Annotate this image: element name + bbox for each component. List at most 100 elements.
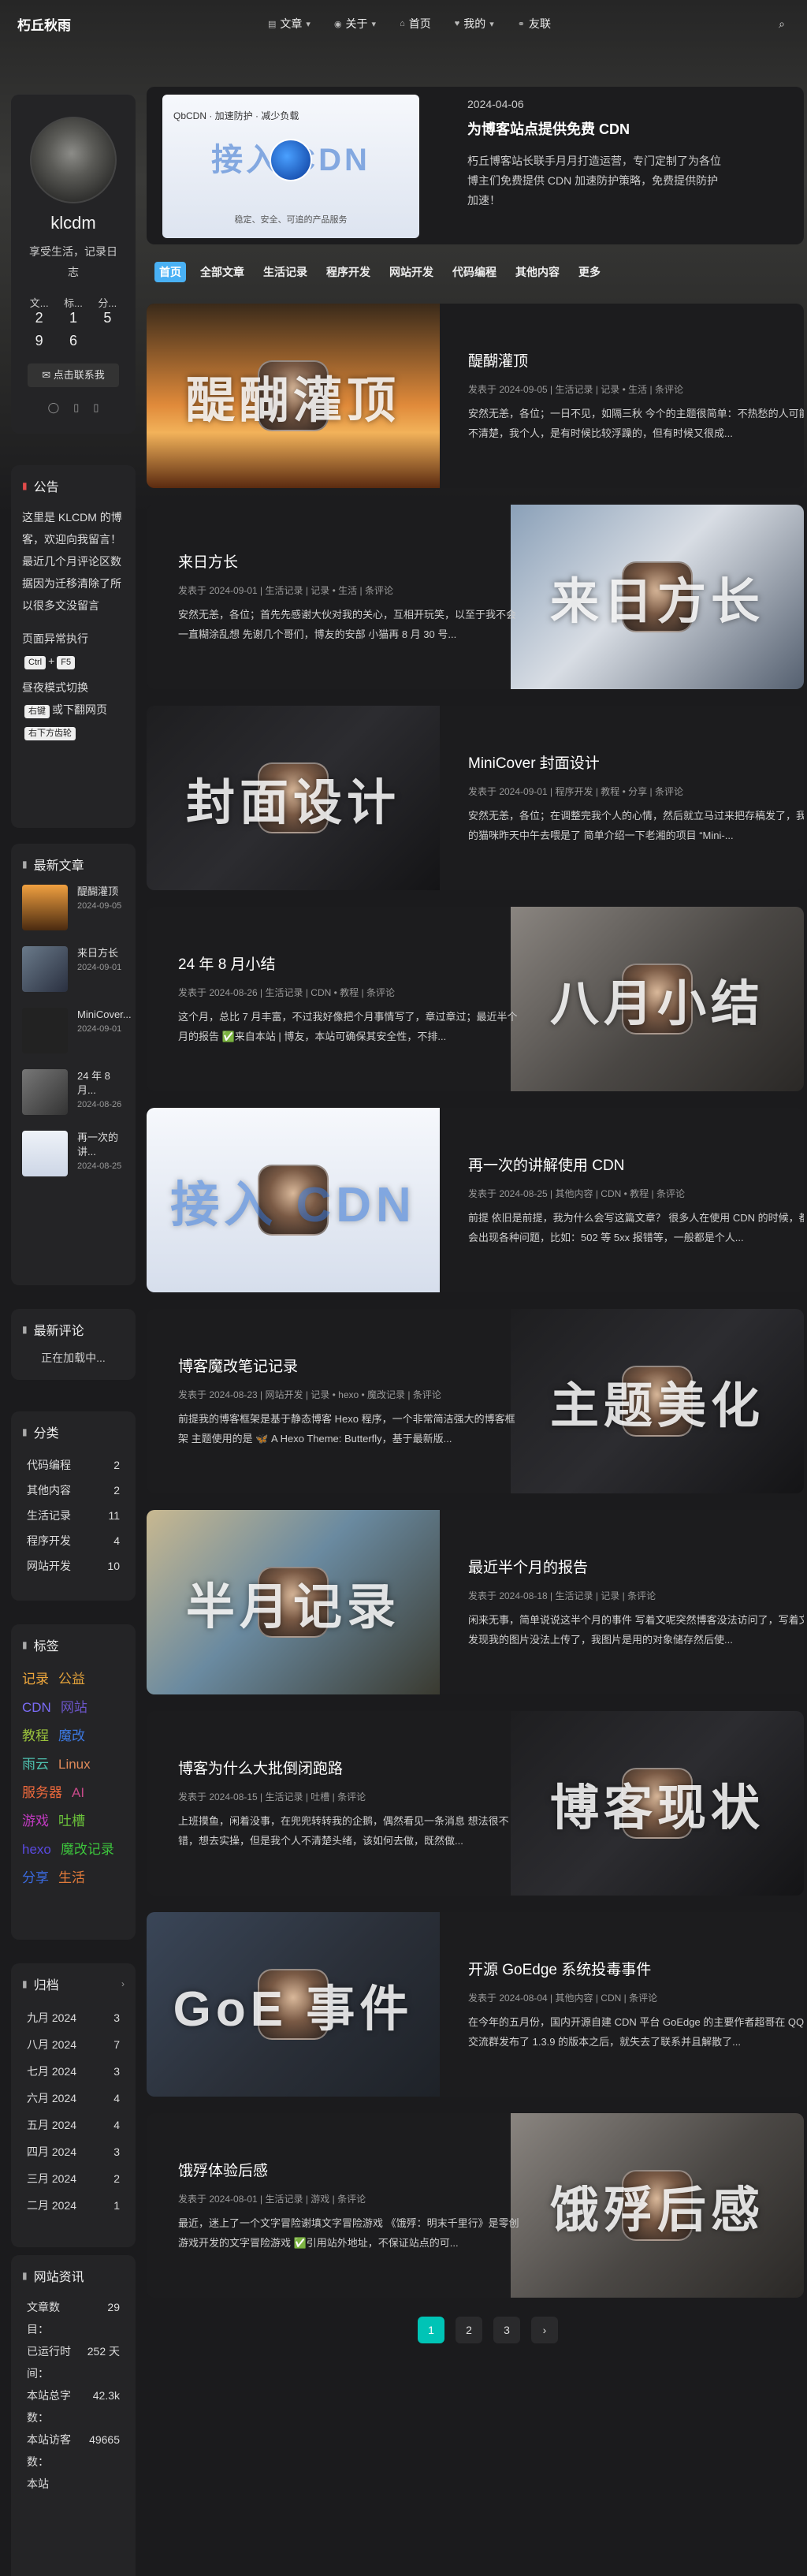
recent-thumb [22, 885, 68, 930]
post-title[interactable]: 开源 GoEdge 系统投毒事件 [468, 1958, 804, 1979]
page-button[interactable]: 1 [418, 2317, 444, 2343]
featured-title[interactable]: 为博客站点提供免费 CDN [467, 118, 630, 139]
site-brand[interactable]: 朽丘秋雨 [17, 14, 71, 34]
post-cover[interactable]: 醍醐灌顶 [147, 304, 440, 488]
tab-7[interactable]: 更多 [574, 262, 605, 282]
nav-item-friends[interactable]: ⚭ 友联 [518, 16, 551, 32]
post-card[interactable]: GoE 事件 开源 GoEdge 系统投毒事件 发表于 2024-08-04 | 其… [147, 1912, 804, 2097]
post-cover[interactable]: 主题美化 [511, 1309, 804, 1493]
post-cover[interactable]: 来日方长 [511, 505, 804, 689]
stat-articles[interactable]: 文... 2 [22, 295, 56, 326]
archive-item[interactable]: 六月 2024 4 [22, 2085, 125, 2112]
tag-link[interactable]: 游戏 [22, 1807, 49, 1836]
post-title[interactable]: 再一次的讲解使用 CDN [468, 1154, 804, 1175]
post-cover[interactable]: 封面设计 [147, 706, 440, 890]
archive-item[interactable]: 七月 2024 3 [22, 2058, 125, 2085]
featured-cover: QbCDN · 加速防护 · 减少负载 接入 CDN 稳定、安全、可追的产品服务 [162, 95, 419, 238]
recent-item[interactable]: 24 年 8 月... 2024-08-26 [22, 1069, 125, 1115]
tag-link[interactable]: 教程 [22, 1722, 49, 1750]
tag-link[interactable]: CDN [22, 1694, 51, 1722]
recent-item[interactable]: 来日方长 2024-09-01 [22, 946, 125, 992]
tab-3[interactable]: 程序开发 [322, 262, 375, 282]
stat-categories[interactable]: 分... 5 [91, 295, 125, 326]
tab-5[interactable]: 代码编程 [448, 262, 501, 282]
post-title[interactable]: MiniCover 封面设计 [468, 751, 804, 773]
post-title[interactable]: 醍醐灌顶 [468, 349, 804, 371]
category-item[interactable]: 其他内容 2 [22, 1478, 125, 1503]
post-card[interactable]: 主题美化 博客魔改笔记记录 发表于 2024-08-23 | 网站开发 | 记录 •… [147, 1309, 804, 1493]
recent-item[interactable]: 醍醐灌顶 2024-09-05 [22, 885, 125, 930]
post-card[interactable]: 饿殍后感 饿殍体验后感 发表于 2024-08-01 | 生活记录 | 游戏 | 条… [147, 2113, 804, 2298]
post-title[interactable]: 来日方长 [178, 550, 525, 572]
tag-link[interactable]: 网站 [61, 1694, 87, 1722]
tag-link[interactable]: 吐槽 [58, 1807, 85, 1836]
recent-item[interactable]: 再一次的讲... 2024-08-25 [22, 1131, 125, 1176]
tag-link[interactable]: 记录 [22, 1665, 49, 1694]
featured-post[interactable]: QbCDN · 加速防护 · 减少负载 接入 CDN 稳定、安全、可追的产品服务… [147, 87, 804, 244]
nav-item-articles[interactable]: ▤ 文章 ▾ [268, 16, 311, 32]
tab-6[interactable]: 其他内容 [511, 262, 564, 282]
post-title[interactable]: 24 年 8 月小结 [178, 952, 525, 974]
search-icon[interactable]: ⌕ [779, 17, 785, 31]
stat-tags[interactable]: 标... 1 [56, 295, 90, 326]
chevron-right-icon[interactable]: › [121, 1978, 125, 1989]
archive-item[interactable]: 九月 2024 3 [22, 2004, 125, 2031]
category-item[interactable]: 代码编程 2 [22, 1452, 125, 1478]
rss-icon[interactable]: ▯ [93, 401, 99, 414]
tag-link[interactable]: 分享 [22, 1864, 49, 1892]
nav-item-home[interactable]: ⌂ 首页 [400, 16, 431, 32]
page-button[interactable]: 3 [493, 2317, 520, 2343]
page-button[interactable]: 2 [456, 2317, 482, 2343]
category-item[interactable]: 网站开发 10 [22, 1553, 125, 1579]
post-cover-text: 博客现状 [549, 1781, 764, 1836]
tag-link[interactable]: 魔改 [58, 1722, 85, 1750]
post-card[interactable]: 来日方长 来日方长 发表于 2024-09-01 | 生活记录 | 记录 • 生活 … [147, 505, 804, 689]
tag-link[interactable]: 雨云 [22, 1750, 49, 1779]
tag-link[interactable]: 生活 [58, 1864, 85, 1892]
tab-1[interactable]: 全部文章 [195, 262, 249, 282]
notice-exception: 页面异常执行 Ctrl + F5 [22, 628, 125, 672]
tag-link[interactable]: 公益 [58, 1665, 85, 1694]
post-card[interactable]: 接入 CDN 再一次的讲解使用 CDN 发表于 2024-08-25 | 其他内容 … [147, 1108, 804, 1292]
post-cover-text: 饿殍后感 [549, 2183, 764, 2238]
nav-item-about[interactable]: ◉ 关于 ▾ [334, 16, 376, 32]
tag-link[interactable]: 服务器 [22, 1779, 62, 1807]
post-cover[interactable]: GoE 事件 [147, 1912, 440, 2097]
post-cover[interactable]: 饿殍后感 [511, 2113, 804, 2298]
tab-4[interactable]: 网站开发 [385, 262, 438, 282]
post-cover[interactable]: 接入 CDN [147, 1108, 440, 1292]
archive-item[interactable]: 二月 2024 1 [22, 2192, 125, 2219]
tag-link[interactable]: 魔改记录 [61, 1836, 114, 1864]
contact-button[interactable]: ✉ 点击联系我 [28, 363, 119, 387]
post-cover[interactable]: 八月小结 [511, 907, 804, 1091]
next-page-button[interactable]: › [531, 2317, 558, 2343]
archive-item[interactable]: 三月 2024 2 [22, 2165, 125, 2192]
post-card[interactable]: 八月小结 24 年 8 月小结 发表于 2024-08-26 | 生活记录 | CD… [147, 907, 804, 1091]
category-item[interactable]: 生活记录 11 [22, 1503, 125, 1528]
tag-link[interactable]: hexo [22, 1836, 51, 1864]
post-card[interactable]: 醍醐灌顶 醍醐灌顶 发表于 2024-09-05 | 生活记录 | 记录 • 生活 … [147, 304, 804, 488]
category-item[interactable]: 程序开发 4 [22, 1528, 125, 1553]
post-card[interactable]: 半月记录 最近半个月的报告 发表于 2024-08-18 | 生活记录 | 记录 |… [147, 1510, 804, 1694]
tag-link[interactable]: Linux [58, 1750, 91, 1779]
nav-item-mine[interactable]: ♥ 我的 ▾ [455, 16, 494, 32]
post-excerpt: 这个月，总比 7 月丰富，不过我好像把个月事情写了，章过章过；最近半个月的报告 … [178, 1010, 518, 1042]
post-title[interactable]: 饿殍体验后感 [178, 2159, 525, 2180]
tab-0[interactable]: 首页 [154, 262, 186, 282]
comment-icon: ▮ [22, 1324, 28, 1335]
archive-item[interactable]: 八月 2024 7 [22, 2031, 125, 2058]
github-icon[interactable]: ◯ [48, 401, 60, 414]
tab-2[interactable]: 生活记录 [258, 262, 312, 282]
post-card[interactable]: 博客现状 博客为什么大批倒闭跑路 发表于 2024-08-15 | 生活记录 | 吐… [147, 1711, 804, 1896]
post-title[interactable]: 博客为什么大批倒闭跑路 [178, 1757, 525, 1778]
archive-item[interactable]: 四月 2024 3 [22, 2138, 125, 2165]
post-cover[interactable]: 半月记录 [147, 1510, 440, 1694]
recent-item[interactable]: MiniCover... 2024-09-01 [22, 1008, 132, 1053]
post-cover[interactable]: 博客现状 [511, 1711, 804, 1896]
archive-item[interactable]: 五月 2024 4 [22, 2112, 125, 2138]
post-card[interactable]: 封面设计 MiniCover 封面设计 发表于 2024-09-01 | 程序开发 … [147, 706, 804, 890]
mail-icon[interactable]: ▯ [73, 401, 79, 414]
post-title[interactable]: 最近半个月的报告 [468, 1556, 804, 1577]
post-title[interactable]: 博客魔改笔记记录 [178, 1355, 525, 1376]
tag-link[interactable]: AI [72, 1779, 84, 1807]
